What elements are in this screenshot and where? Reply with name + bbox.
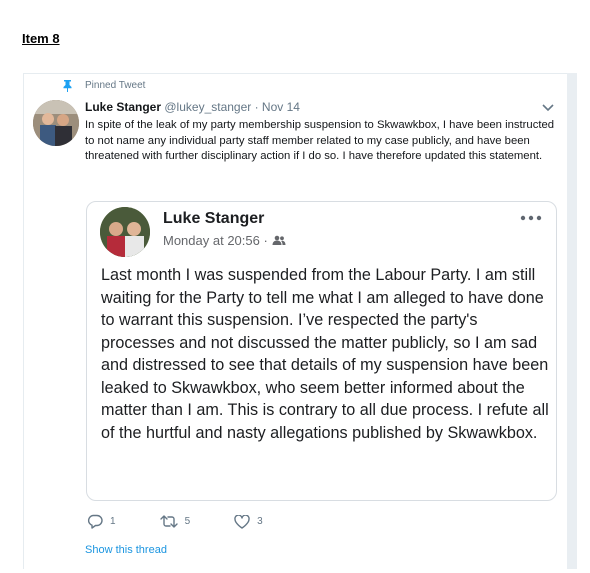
tweet-header: Luke Stanger @lukey_stanger · Nov 14	[85, 100, 300, 114]
embedded-post-timestamp: Monday at 20:56 ·	[163, 233, 268, 248]
item-heading: Item 8	[22, 31, 60, 46]
pinned-label: Pinned Tweet	[85, 80, 146, 91]
pinned-indicator: Pinned Tweet	[63, 80, 146, 92]
embedded-post-author: Luke Stanger	[163, 210, 265, 227]
embedded-post-meta: Monday at 20:56 ·	[163, 233, 286, 248]
reply-icon	[87, 514, 103, 529]
friends-icon	[272, 235, 286, 245]
retweet-count: 5	[184, 516, 191, 527]
author-name[interactable]: Luke Stanger	[85, 100, 161, 114]
author-handle-date[interactable]: @lukey_stanger · Nov 14	[164, 100, 300, 114]
like-button[interactable]: 3	[234, 514, 263, 529]
like-count: 3	[257, 516, 263, 527]
reply-count: 1	[110, 516, 116, 527]
tweet-text: In spite of the leak of my party members…	[85, 119, 555, 163]
retweet-icon	[159, 515, 178, 528]
reply-button[interactable]: 1	[87, 514, 116, 529]
retweet-button[interactable]: 5	[159, 515, 191, 528]
show-thread-link[interactable]: Show this thread	[85, 544, 167, 556]
pin-icon	[63, 80, 72, 92]
tweet-actions: 1 5 3	[87, 514, 307, 529]
chevron-down-icon[interactable]	[541, 103, 555, 113]
avatar[interactable]	[33, 100, 79, 146]
like-icon	[234, 514, 250, 529]
more-horizontal-icon[interactable]	[520, 215, 542, 221]
embedded-post-text: Last month I was suspended from the Labo…	[101, 266, 549, 442]
scroll-strip	[567, 73, 577, 569]
embedded-post-avatar	[100, 207, 150, 257]
